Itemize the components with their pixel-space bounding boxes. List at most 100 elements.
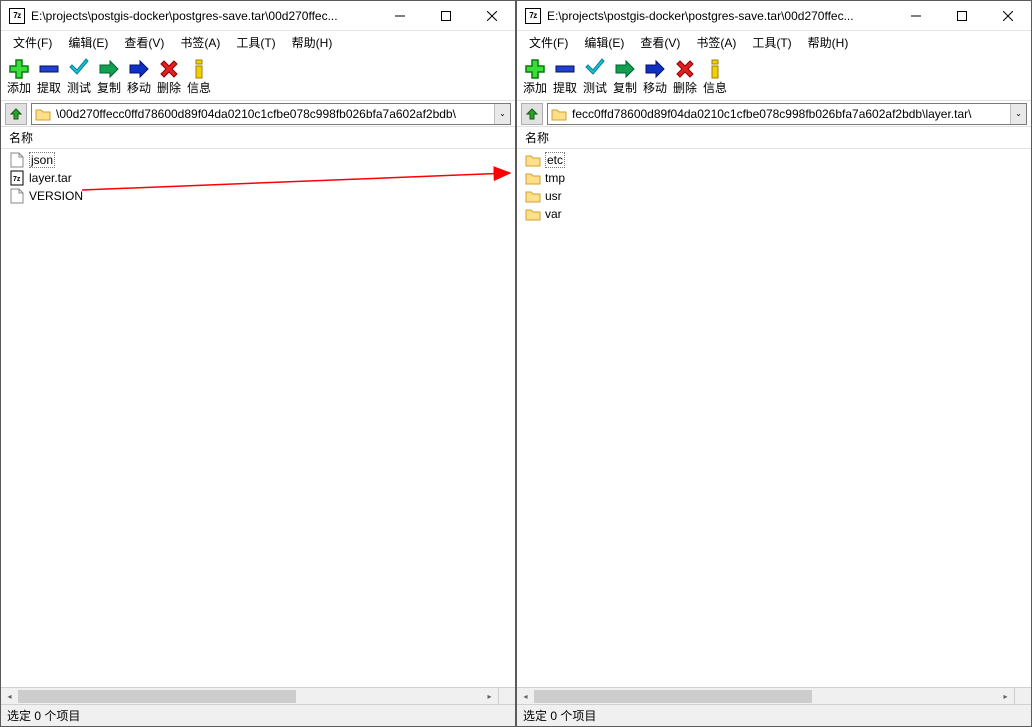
tool-move[interactable]: 移动: [641, 55, 669, 95]
minimize-button[interactable]: [893, 1, 939, 30]
scroll-left-button[interactable]: ◂: [517, 688, 534, 705]
menu-tools[interactable]: 工具(T): [228, 32, 283, 53]
up-button[interactable]: [521, 103, 543, 125]
file-icon: [9, 152, 25, 168]
statusbar: 选定 0 个项目: [517, 704, 1031, 726]
scroll-left-button[interactable]: ◂: [1, 688, 18, 705]
titlebar[interactable]: 7z E:\projects\postgis-docker\postgres-s…: [517, 1, 1031, 31]
menu-help[interactable]: 帮助(H): [284, 32, 341, 53]
up-button[interactable]: [5, 103, 27, 125]
menu-help[interactable]: 帮助(H): [800, 32, 857, 53]
maximize-button[interactable]: [423, 1, 469, 30]
scroll-track[interactable]: [18, 688, 481, 704]
move-arrow-icon: [127, 57, 151, 81]
file-list: 名称 etc tmp usr var ◂ ▸: [517, 127, 1031, 704]
up-arrow-icon: [525, 107, 539, 121]
file-name: json: [29, 152, 55, 168]
window-right: 7z E:\projects\postgis-docker\postgres-s…: [516, 0, 1032, 727]
file-icon: [9, 188, 25, 204]
file-row[interactable]: json: [1, 151, 515, 169]
menu-bookmarks[interactable]: 书签(A): [688, 32, 744, 53]
file-row[interactable]: var: [517, 205, 1031, 223]
path-input[interactable]: \00d270ffecc0ffd78600d89f04da0210c1cfbe0…: [31, 103, 511, 125]
window-title: E:\projects\postgis-docker\postgres-save…: [547, 9, 893, 23]
folder-icon: [550, 105, 568, 123]
scroll-right-button[interactable]: ▸: [997, 688, 1014, 705]
pathbar: \00d270ffecc0ffd78600d89f04da0210c1cfbe0…: [1, 101, 515, 127]
tool-delete[interactable]: 删除: [155, 55, 183, 95]
tool-test[interactable]: 测试: [581, 55, 609, 95]
maximize-button[interactable]: [939, 1, 985, 30]
path-dropdown-button[interactable]: ⌄: [1010, 104, 1026, 124]
tool-copy[interactable]: 复制: [95, 55, 123, 95]
scroll-thumb[interactable]: [534, 690, 812, 703]
minimize-button[interactable]: [377, 1, 423, 30]
tool-extract[interactable]: 提取: [35, 55, 63, 95]
tool-move-label: 移动: [127, 81, 151, 95]
file-name: layer.tar: [29, 171, 72, 185]
file-list-body[interactable]: etc tmp usr var: [517, 149, 1031, 687]
file-row[interactable]: 7z layer.tar: [1, 169, 515, 187]
tool-test-label: 测试: [583, 81, 607, 95]
path-text: \00d270ffecc0ffd78600d89f04da0210c1cfbe0…: [54, 107, 494, 121]
column-header-name[interactable]: 名称: [1, 127, 515, 149]
toolbar: 添加 提取 测试 复制 移动 删除 信息: [1, 53, 515, 101]
close-button[interactable]: [469, 1, 515, 30]
folder-icon: [34, 105, 52, 123]
minus-icon: [553, 57, 577, 81]
tool-info[interactable]: 信息: [185, 55, 213, 95]
check-icon: [583, 57, 607, 81]
scroll-right-button[interactable]: ▸: [481, 688, 498, 705]
toolbar: 添加 提取 测试 复制 移动 删除 信息: [517, 53, 1031, 101]
window-left: 7z E:\projects\postgis-docker\postgres-s…: [0, 0, 516, 727]
horizontal-scrollbar[interactable]: ◂ ▸: [517, 687, 1031, 704]
column-header-name[interactable]: 名称: [517, 127, 1031, 149]
scroll-corner: [1014, 688, 1031, 705]
tool-add[interactable]: 添加: [521, 55, 549, 95]
menu-tools[interactable]: 工具(T): [744, 32, 799, 53]
tool-info[interactable]: 信息: [701, 55, 729, 95]
svg-text:7z: 7z: [13, 176, 21, 183]
file-name: var: [545, 207, 562, 221]
file-list-body[interactable]: json 7z layer.tar VERSION: [1, 149, 515, 687]
tool-copy[interactable]: 复制: [611, 55, 639, 95]
tool-delete[interactable]: 删除: [671, 55, 699, 95]
tool-copy-label: 复制: [97, 81, 121, 95]
status-text: 选定 0 个项目: [523, 707, 596, 724]
tool-extract-label: 提取: [37, 81, 61, 95]
check-icon: [67, 57, 91, 81]
menu-view[interactable]: 查看(V): [116, 32, 172, 53]
menu-edit[interactable]: 编辑(E): [576, 32, 632, 53]
path-dropdown-button[interactable]: ⌄: [494, 104, 510, 124]
tool-test-label: 测试: [67, 81, 91, 95]
tool-extract[interactable]: 提取: [551, 55, 579, 95]
menu-edit[interactable]: 编辑(E): [60, 32, 116, 53]
copy-arrow-icon: [613, 57, 637, 81]
file-row[interactable]: etc: [517, 151, 1031, 169]
tool-delete-label: 删除: [157, 81, 181, 95]
up-arrow-icon: [9, 107, 23, 121]
file-row[interactable]: VERSION: [1, 187, 515, 205]
tool-add[interactable]: 添加: [5, 55, 33, 95]
path-input[interactable]: fecc0ffd78600d89f04da0210c1cfbe078c998fb…: [547, 103, 1027, 125]
file-row[interactable]: usr: [517, 187, 1031, 205]
scroll-track[interactable]: [534, 688, 997, 704]
menu-file[interactable]: 文件(F): [5, 32, 60, 53]
menu-file[interactable]: 文件(F): [521, 32, 576, 53]
scroll-thumb[interactable]: [18, 690, 296, 703]
tool-delete-label: 删除: [673, 81, 697, 95]
file-row[interactable]: tmp: [517, 169, 1031, 187]
close-button[interactable]: [985, 1, 1031, 30]
menu-view[interactable]: 查看(V): [632, 32, 688, 53]
folder-icon: [525, 152, 541, 168]
menu-bookmarks[interactable]: 书签(A): [172, 32, 228, 53]
titlebar[interactable]: 7z E:\projects\postgis-docker\postgres-s…: [1, 1, 515, 31]
archive-icon: 7z: [9, 170, 25, 186]
horizontal-scrollbar[interactable]: ◂ ▸: [1, 687, 515, 704]
tool-test[interactable]: 测试: [65, 55, 93, 95]
window-title: E:\projects\postgis-docker\postgres-save…: [31, 9, 377, 23]
tool-move[interactable]: 移动: [125, 55, 153, 95]
app-icon: 7z: [9, 8, 25, 24]
delete-x-icon: [673, 57, 697, 81]
tool-extract-label: 提取: [553, 81, 577, 95]
